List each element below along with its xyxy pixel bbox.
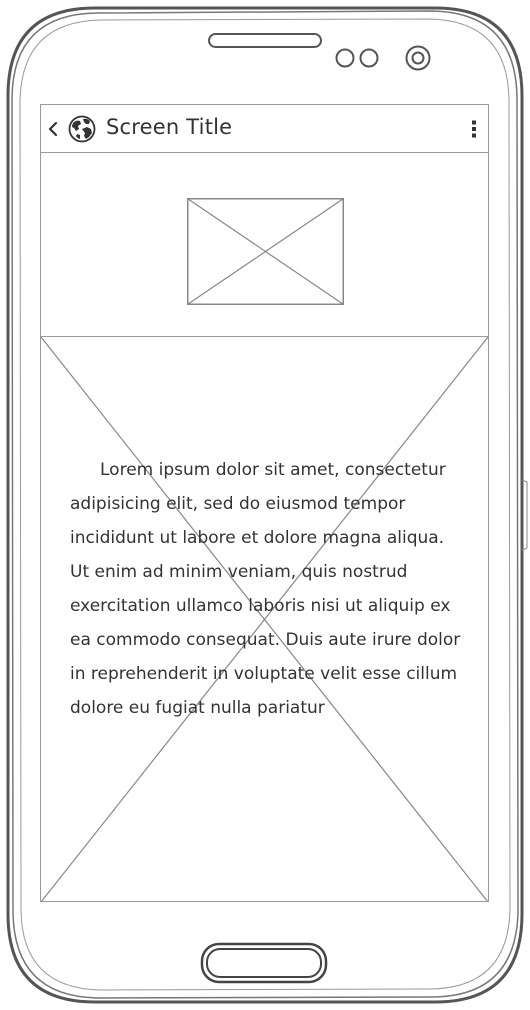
light-sensor-icon xyxy=(359,48,379,68)
phone-screen: Screen Title Lorem ipsum dolor sit amet,… xyxy=(40,104,489,902)
body-paragraph: Lorem ipsum dolor sit amet, consectetur … xyxy=(70,460,461,717)
screen-title: Screen Title xyxy=(106,115,233,139)
speaker-grille xyxy=(208,33,322,48)
globe-icon xyxy=(68,115,96,143)
chevron-left-icon[interactable] xyxy=(45,116,61,142)
front-camera-icon xyxy=(405,45,431,71)
home-button[interactable] xyxy=(200,942,328,984)
proximity-sensor-icon xyxy=(335,48,355,68)
title-bar: Screen Title xyxy=(41,105,488,153)
kebab-menu-icon[interactable] xyxy=(470,119,478,139)
image-placeholder-small xyxy=(187,198,344,305)
